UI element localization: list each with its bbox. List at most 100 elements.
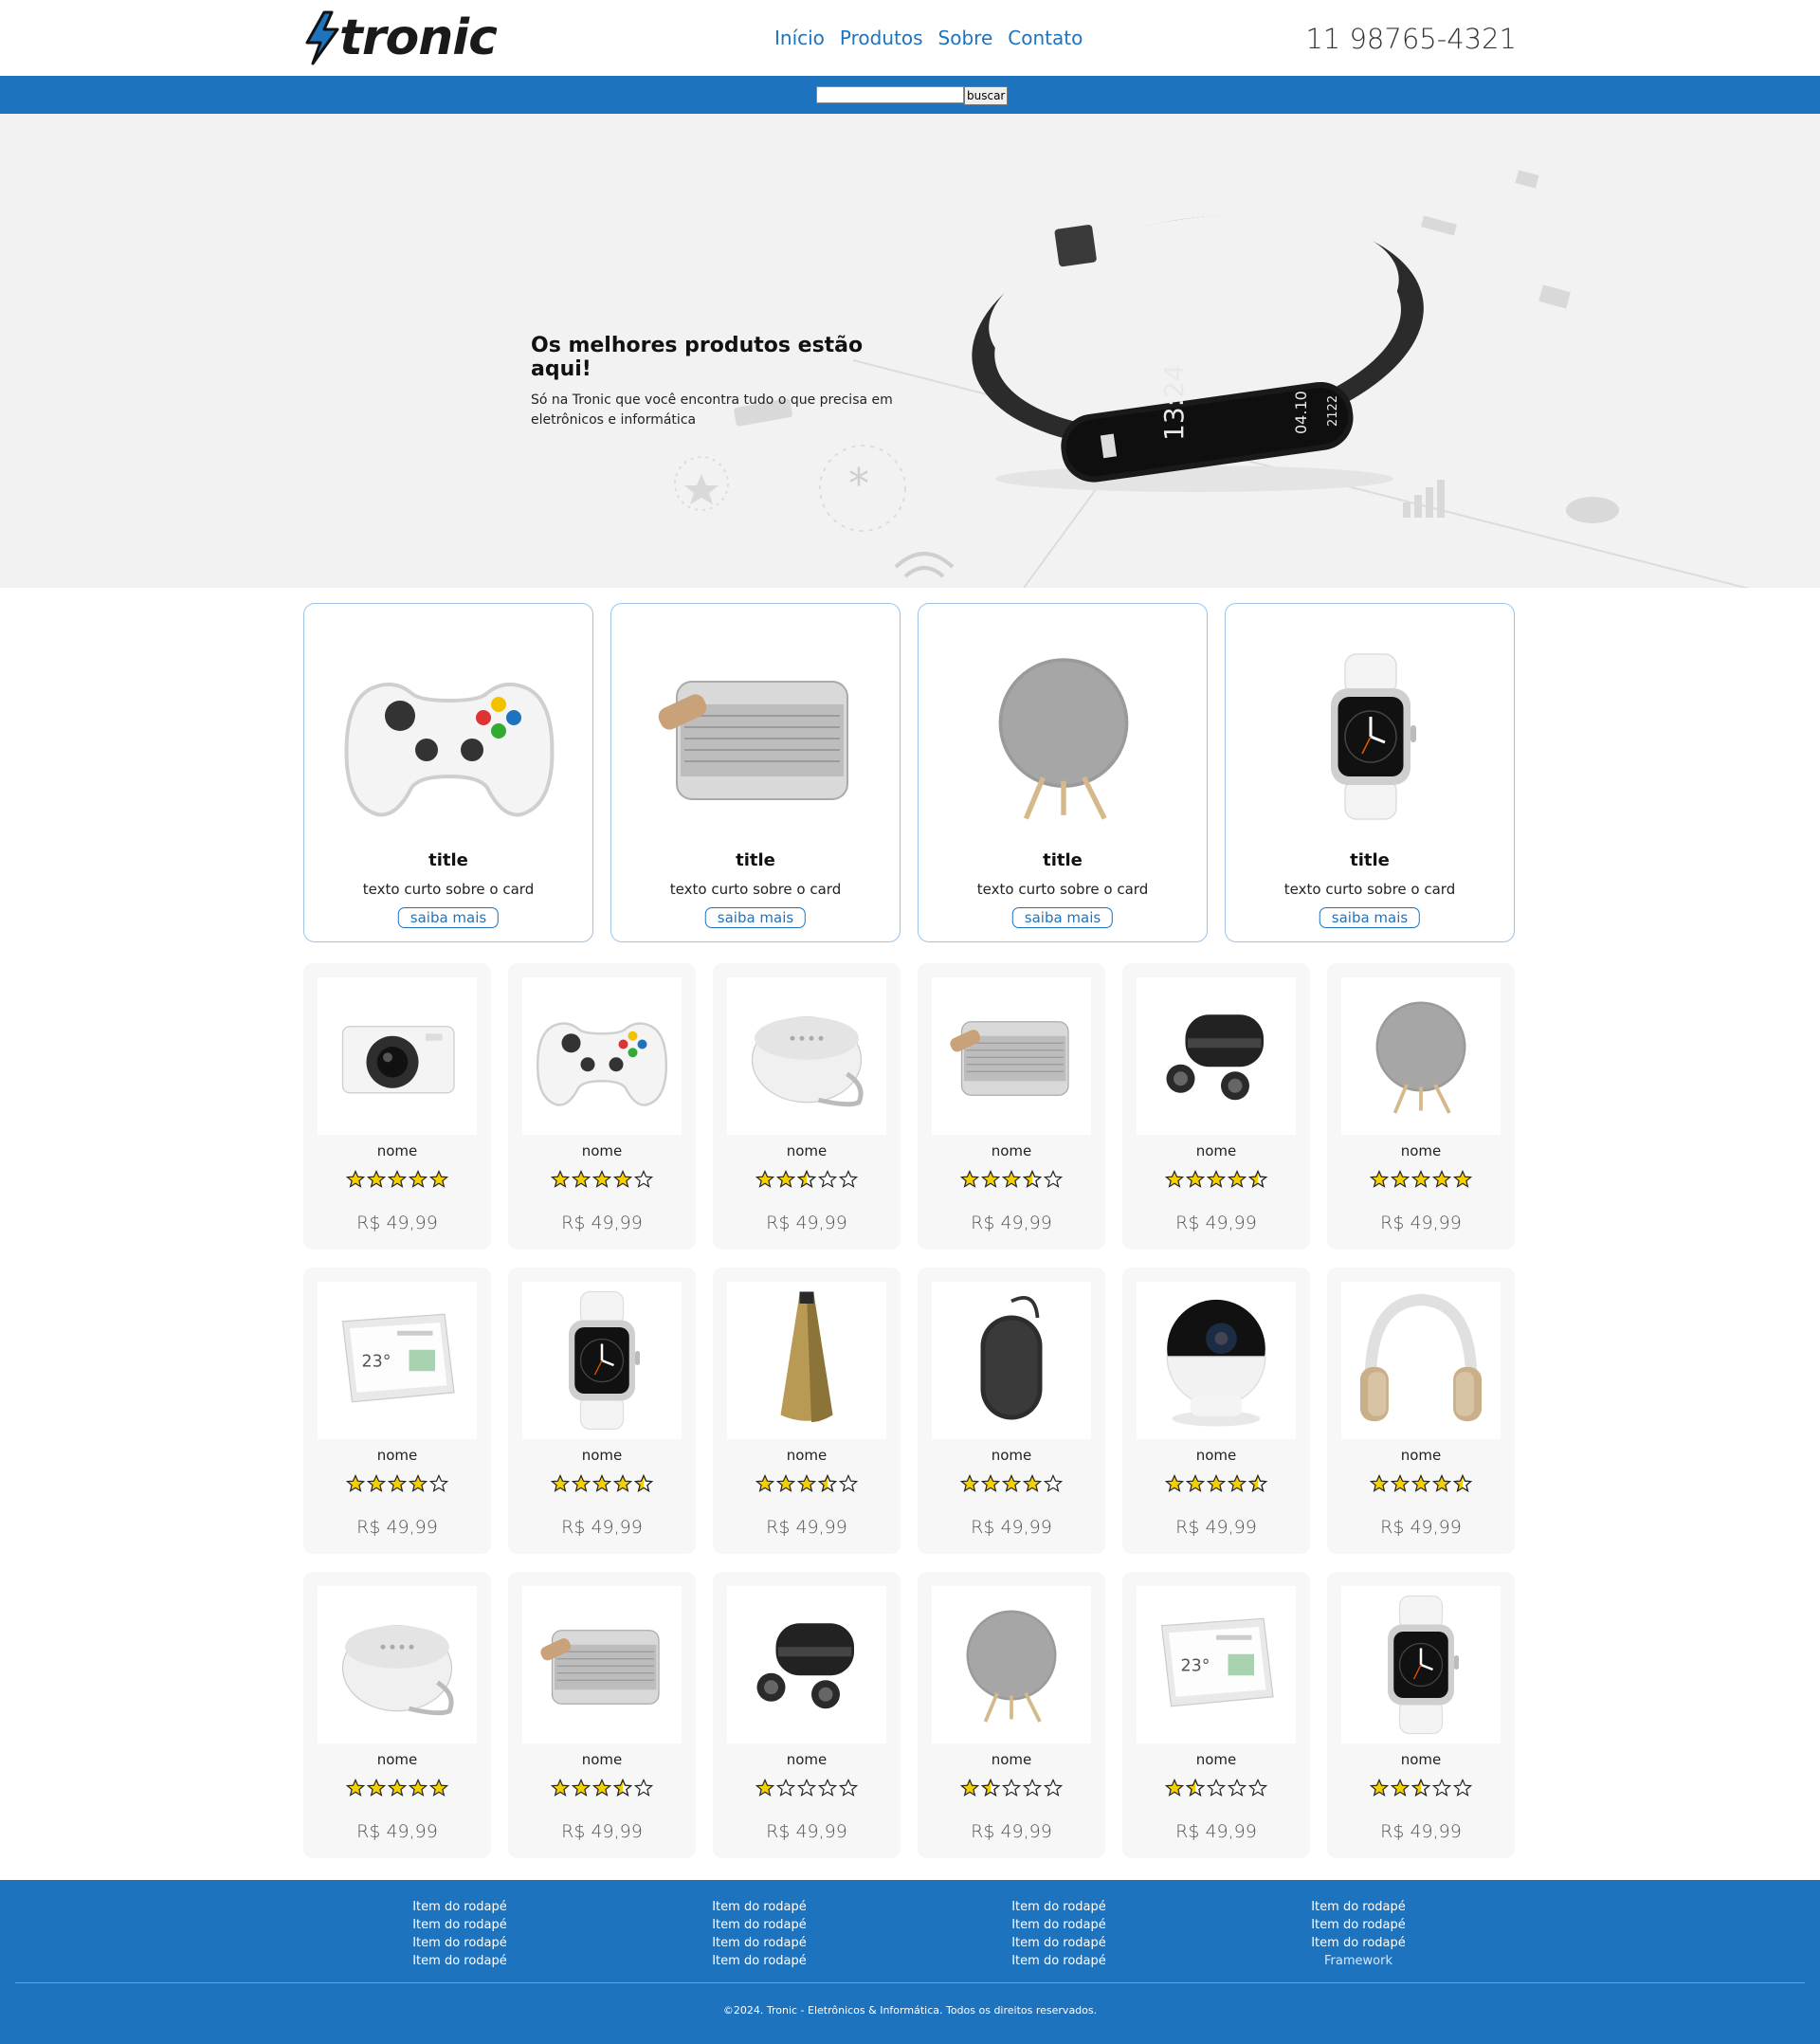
product-card[interactable]: nome R$ 49,99 (508, 1572, 696, 1858)
product-price: R$ 49,99 (766, 1213, 847, 1233)
round-speaker-image (966, 1610, 1057, 1723)
brand-logo[interactable]: tronic (301, 9, 500, 66)
footer-link[interactable]: Item do rodapé (997, 1934, 1120, 1952)
product-card[interactable]: nome R$ 49,99 (918, 963, 1105, 1250)
product-image (1341, 1586, 1501, 1743)
footer-link[interactable]: Item do rodapé (398, 1934, 521, 1952)
star-full-icon (551, 1170, 570, 1188)
product-name: nome (1195, 1142, 1237, 1159)
product-card[interactable]: nome R$ 49,99 (303, 1572, 491, 1858)
product-card[interactable]: nome R$ 49,99 (508, 963, 696, 1250)
wireless-earbuds-image (756, 1623, 854, 1709)
featured-card: title texto curto sobre o card saiba mai… (1225, 603, 1515, 942)
star-full-icon (1228, 1474, 1247, 1492)
star-empty-icon (429, 1474, 448, 1492)
product-price: R$ 49,99 (971, 1821, 1052, 1842)
product-card[interactable]: nome R$ 49,99 (1122, 963, 1310, 1250)
portable-speaker-image (540, 1630, 660, 1705)
star-empty-icon (1002, 1779, 1021, 1797)
footer-column: Item do rodapé Item do rodapé Item do ro… (997, 1898, 1120, 1970)
footer-link[interactable]: Item do rodapé (1297, 1916, 1420, 1934)
nav-link-contato[interactable]: Contato (1008, 27, 1083, 49)
product-card[interactable]: nome R$ 49,99 (1327, 963, 1515, 1250)
product-rating (1327, 1170, 1515, 1189)
product-image (1137, 977, 1296, 1135)
footer-link[interactable]: Item do rodapé (698, 1952, 821, 1970)
footer-link[interactable]: Item do rodapé (398, 1898, 521, 1916)
card-title: title (1043, 850, 1083, 870)
product-image (932, 1586, 1091, 1743)
card-text: texto curto sobre o card (976, 881, 1149, 898)
product-card[interactable]: nome R$ 49,99 (918, 1572, 1105, 1858)
svg-text:*: * (848, 460, 869, 508)
product-price: R$ 49,99 (561, 1213, 643, 1233)
nav-link-produtos[interactable]: Produtos (840, 27, 923, 49)
saiba-mais-button[interactable]: saiba mais (1319, 907, 1421, 928)
nav-link-inicio[interactable]: Início (774, 27, 825, 49)
footer-link[interactable]: Item do rodapé (1297, 1934, 1420, 1952)
product-card[interactable]: nome R$ 49,99 (713, 1268, 901, 1554)
footer-link[interactable]: Item do rodapé (398, 1916, 521, 1934)
footer-link[interactable]: Item do rodapé (997, 1952, 1120, 1970)
star-full-icon (1391, 1779, 1410, 1797)
product-image: 23° (318, 1282, 477, 1439)
card-text: texto curto sobre o card (362, 881, 535, 898)
star-full-icon (1023, 1474, 1042, 1492)
footer-link[interactable]: Item do rodapé (698, 1898, 821, 1916)
product-name: nome (1400, 1447, 1442, 1464)
product-price: R$ 49,99 (356, 1213, 438, 1233)
headphones-image (1359, 1293, 1483, 1422)
product-card[interactable]: nome R$ 49,99 (1327, 1268, 1515, 1554)
product-card[interactable]: nome R$ 49,99 (1122, 1268, 1310, 1554)
copyright-text: ©2024. Tronic - Eletrônicos & Informátic… (722, 2004, 1098, 2017)
framework-link[interactable]: Framework (1297, 1952, 1420, 1970)
footer-link[interactable]: Item do rodapé (398, 1952, 521, 1970)
gold-speaker-image (780, 1291, 833, 1422)
product-card[interactable]: 23° nome R$ 49,99 (303, 1268, 491, 1554)
star-empty-icon (634, 1779, 653, 1797)
star-full-icon (755, 1779, 774, 1797)
product-image (727, 1282, 886, 1439)
product-image (1341, 1282, 1501, 1439)
card-title: title (736, 850, 775, 870)
saiba-mais-button[interactable]: saiba mais (397, 907, 500, 928)
product-rating (1327, 1779, 1515, 1798)
search-bar: buscar (0, 76, 1820, 114)
product-card[interactable]: nome R$ 49,99 (918, 1268, 1105, 1554)
product-card[interactable]: 23° nome R$ 49,99 (1122, 1572, 1310, 1858)
product-card[interactable]: nome R$ 49,99 (508, 1268, 696, 1554)
star-half-icon (1453, 1474, 1472, 1492)
product-card[interactable]: nome R$ 49,99 (713, 1572, 901, 1858)
product-image (727, 977, 886, 1135)
star-full-icon (1370, 1474, 1389, 1492)
product-image (522, 977, 682, 1135)
footer-link[interactable]: Item do rodapé (997, 1898, 1120, 1916)
product-price: R$ 49,99 (356, 1821, 438, 1842)
smartwatch-image (569, 1290, 640, 1431)
watch-time-text: 13:24 (1158, 364, 1190, 441)
search-input[interactable] (816, 86, 964, 103)
footer-link[interactable]: Item do rodapé (1297, 1898, 1420, 1916)
search-button[interactable]: buscar (964, 86, 1009, 105)
saiba-mais-button[interactable]: saiba mais (704, 907, 807, 928)
product-card[interactable]: nome R$ 49,99 (713, 963, 901, 1250)
product-name: nome (786, 1751, 828, 1768)
saiba-mais-button[interactable]: saiba mais (1011, 907, 1114, 928)
footer-link[interactable]: Item do rodapé (997, 1916, 1120, 1934)
product-card[interactable]: nome R$ 49,99 (303, 963, 491, 1250)
star-full-icon (1186, 1474, 1205, 1492)
footer-link[interactable]: Item do rodapé (698, 1916, 821, 1934)
product-price: R$ 49,99 (1175, 1213, 1257, 1233)
product-card[interactable]: nome R$ 49,99 (1327, 1572, 1515, 1858)
product-name: nome (786, 1447, 828, 1464)
star-empty-icon (839, 1779, 858, 1797)
star-full-icon (592, 1170, 611, 1188)
nav-link-sobre[interactable]: Sobre (938, 27, 993, 49)
product-rating (918, 1474, 1105, 1493)
product-name: nome (376, 1751, 418, 1768)
product-image (318, 1586, 477, 1743)
product-price: R$ 49,99 (971, 1517, 1052, 1538)
star-empty-icon (1044, 1170, 1063, 1188)
product-price: R$ 49,99 (766, 1517, 847, 1538)
footer-link[interactable]: Item do rodapé (698, 1934, 821, 1952)
